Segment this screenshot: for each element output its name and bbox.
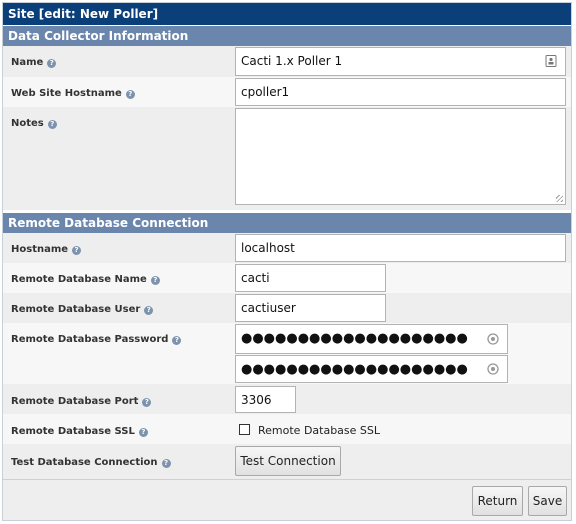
db-ssl-checkbox[interactable]	[239, 424, 250, 435]
hostname-field[interactable]: cpoller1	[235, 78, 566, 106]
notes-textarea[interactable]	[235, 108, 566, 205]
db-name-label: Remote Database Name?	[11, 274, 160, 285]
row-db-ssl: Remote Database SSL? Remote Database SSL	[3, 414, 571, 444]
db-name-field[interactable]: cacti	[235, 264, 386, 292]
db-password-confirm-field[interactable]: ●●●●●●●●●●●●●●●●●●●●	[235, 355, 508, 383]
db-hostname-field[interactable]: localhost	[235, 234, 566, 262]
test-connection-label: Test Database Connection?	[11, 457, 171, 468]
resize-grip-icon[interactable]	[556, 195, 563, 202]
row-db-user: Remote Database User? cactiuser	[3, 293, 571, 323]
db-port-label: Remote Database Port?	[11, 396, 152, 407]
db-password-field[interactable]: ●●●●●●●●●●●●●●●●●●●●	[235, 324, 508, 354]
notes-label: Notes?	[11, 118, 57, 129]
row-hostname: Web Site Hostname? cpoller1	[3, 77, 571, 107]
contact-card-icon[interactable]	[545, 55, 557, 67]
db-password-confirm-value: ●●●●●●●●●●●●●●●●●●●●	[241, 362, 468, 377]
save-button[interactable]: Save	[528, 486, 567, 516]
db-user-field[interactable]: cactiuser	[235, 294, 386, 322]
password-reveal-icon[interactable]	[487, 333, 499, 345]
row-db-hostname: Hostname? localhost	[3, 233, 571, 263]
row-notes: Notes?	[3, 107, 571, 210]
return-button[interactable]: Return	[472, 486, 523, 516]
name-label: Name?	[11, 57, 57, 68]
name-field[interactable]: Cacti 1.x Poller 1	[235, 47, 566, 76]
db-hostname-label: Hostname?	[11, 244, 82, 255]
password-reveal-icon[interactable]	[487, 363, 499, 375]
help-icon[interactable]: ?	[72, 246, 82, 255]
db-password-value: ●●●●●●●●●●●●●●●●●●●●	[241, 331, 468, 346]
help-icon[interactable]: ?	[138, 428, 148, 437]
name-value: Cacti 1.x Poller 1	[241, 54, 343, 68]
help-icon[interactable]: ?	[47, 59, 57, 68]
db-ssl-checkbox-label[interactable]: Remote Database SSL	[258, 424, 380, 437]
form-footer: Return Save	[3, 479, 571, 520]
help-icon[interactable]: ?	[47, 120, 57, 129]
poller-edit-form: Site [edit: New Poller] Data Collector I…	[2, 2, 572, 521]
row-test-connection: Test Database Connection? Test Connectio…	[3, 444, 571, 479]
page-title: Site [edit: New Poller]	[3, 3, 571, 25]
help-icon[interactable]: ?	[161, 459, 171, 468]
section-header-collector: Data Collector Information	[3, 26, 571, 46]
db-user-label: Remote Database User?	[11, 304, 154, 315]
row-db-password: Remote Database Password? ●●●●●●●●●●●●●●…	[3, 323, 571, 384]
help-icon[interactable]: ?	[150, 276, 160, 285]
row-db-port: Remote Database Port? 3306	[3, 384, 571, 414]
help-icon[interactable]: ?	[125, 90, 135, 99]
help-icon[interactable]: ?	[172, 336, 182, 345]
help-icon[interactable]: ?	[142, 398, 152, 407]
row-name: Name? Cacti 1.x Poller 1	[3, 46, 571, 77]
hostname-label: Web Site Hostname?	[11, 88, 135, 99]
help-icon[interactable]: ?	[144, 306, 154, 315]
section-header-remote: Remote Database Connection	[3, 213, 571, 233]
db-password-label: Remote Database Password?	[11, 334, 182, 345]
test-connection-button[interactable]: Test Connection	[235, 446, 341, 476]
db-port-field[interactable]: 3306	[235, 386, 296, 413]
row-db-name: Remote Database Name? cacti	[3, 263, 571, 293]
db-ssl-label: Remote Database SSL?	[11, 426, 148, 437]
